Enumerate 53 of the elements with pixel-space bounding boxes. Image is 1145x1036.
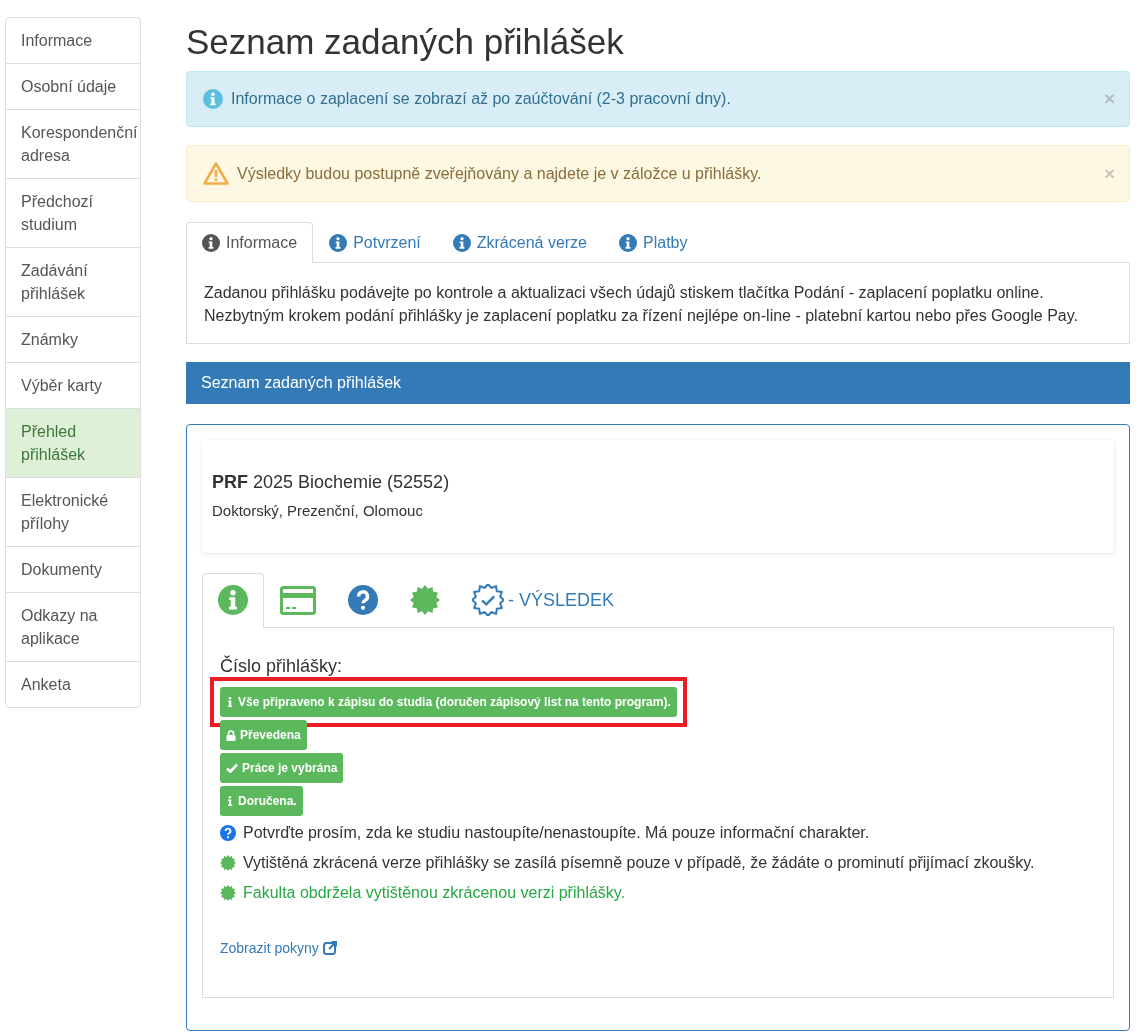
sidebar-item[interactable]: Informace: [6, 18, 140, 63]
note-text: Potvrďte prosím, zda ke studiu nastoupíte/nenastoupíte. Má pouze informační charakter.: [243, 824, 870, 842]
note-text: Fakulta obdržela vytištěnou zkrácenou verzi přihlášky.: [243, 884, 626, 902]
info-text: Zadanou přihlášku podávejte po kontrole a aktualizaci všech údajů stiskem tlačítka Podání - zaplacení poplatku online.: [204, 283, 1045, 303]
status-label: Vše připraveno k zápisu do studia (doručen zápisový list na tento program).: [220, 687, 677, 717]
question-icon: [220, 825, 236, 841]
alert-text: Informace o zaplacení se zobrazí až po zaúčtování (2-3 pracovní dny).: [231, 90, 732, 108]
instructions-link[interactable]: Zobrazit pokyny: [220, 940, 337, 956]
external-link-icon: [322, 941, 337, 955]
sidebar-item[interactable]: Předchozí studium: [6, 178, 140, 247]
seal-icon: [220, 885, 236, 901]
sidebar-item[interactable]: Elektronické přílohy: [6, 477, 140, 546]
warning-icon: [203, 162, 229, 185]
info-icon: [452, 234, 471, 252]
sidebar-item[interactable]: Zadávání přihlášek: [6, 247, 140, 316]
sidebar-item[interactable]: Odkazy na aplikace: [6, 592, 140, 661]
info-icon: [218, 585, 248, 615]
lock-icon: [226, 729, 236, 741]
icon-tab[interactable]: [202, 573, 264, 628]
info-icon: [202, 234, 220, 252]
note-text: Vytištěná zkrácená verze přihlášky se zasílá písemně pouze v případě, že žádáte o prominutí přijímací zkoušky.: [243, 854, 1035, 872]
tab[interactable]: Zkrácená verze: [436, 222, 603, 263]
info-icon: [203, 89, 223, 109]
sidebar-item[interactable]: Známky: [6, 316, 140, 362]
info-icon: [329, 234, 348, 252]
question-icon: [348, 585, 378, 615]
info-icon: [226, 796, 234, 806]
panel-heading: Seznam zadaných přihlášek: [186, 362, 1130, 404]
icon-tab[interactable]: - VÝSLEDEK: [456, 573, 631, 628]
tab[interactable]: Informace: [186, 222, 314, 263]
seal-icon: [410, 585, 440, 615]
page-title: Seznam zadaných přihlášek: [186, 21, 625, 63]
tab[interactable]: Platby: [603, 222, 704, 263]
status-label: Práce je vybrána: [220, 753, 344, 783]
info-text: Nezbytným krokem podání přihlášky je zaplacení poplatku za řízení nejlépe on-line - platební kartou nebo přes Google Pay.: [204, 306, 1079, 326]
check-icon: [226, 763, 238, 773]
application-details: Doktorský, Prezenční, Olomouc: [212, 502, 424, 519]
info-icon: [619, 234, 637, 252]
status-label: Převedena: [220, 720, 307, 750]
verified-badge-icon: [472, 584, 504, 616]
credit-card-icon: [280, 585, 316, 615]
application-number-label: Číslo přihlášky:: [220, 656, 344, 677]
sidebar-item[interactable]: Anketa: [6, 661, 140, 707]
tab[interactable]: Potvrzení: [313, 222, 437, 263]
sidebar-item[interactable]: Dokumenty: [6, 546, 140, 592]
info-icon: [226, 697, 234, 707]
application-title: PRF 2025 Biochemie (52552): [212, 472, 451, 493]
sidebar-item[interactable]: Korespondenční adresa: [6, 109, 140, 178]
status-label: Doručena.: [220, 786, 303, 816]
seal-icon: [220, 855, 236, 871]
sidebar-item[interactable]: Přehled přihlášek: [6, 408, 140, 477]
alert-text: Výsledky budou postupně zveřejňovány a najdete je v záložce u přihlášky.: [237, 164, 763, 183]
sidebar-item[interactable]: Osobní údaje: [6, 63, 140, 109]
